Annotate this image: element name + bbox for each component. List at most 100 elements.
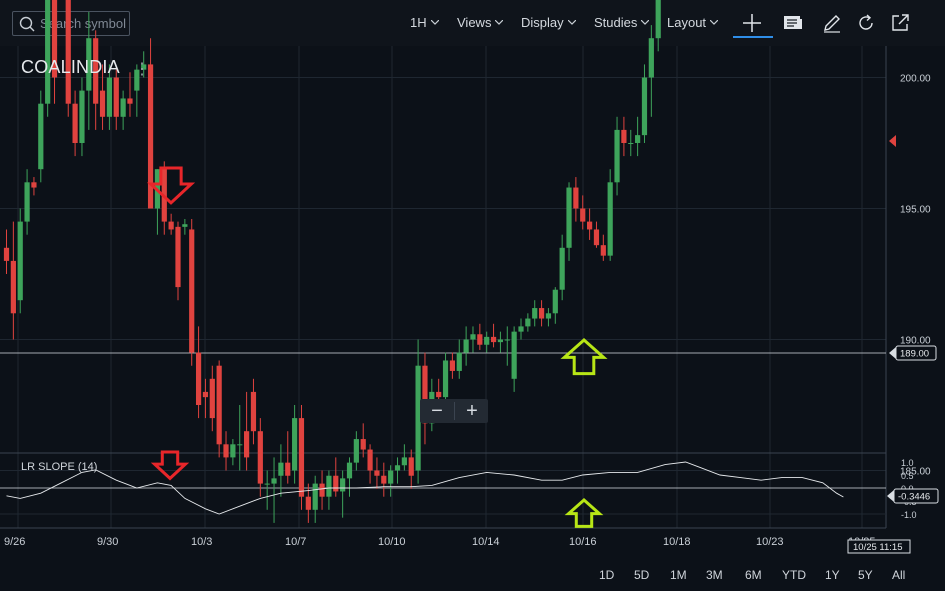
- candle-body: [532, 308, 538, 319]
- candle-body: [346, 462, 353, 479]
- candle-body: [580, 208, 586, 222]
- candle-body: [408, 457, 414, 476]
- time-tick-label: 10/18: [663, 536, 691, 548]
- candle-body: [3, 247, 10, 261]
- candle-body: [72, 103, 78, 143]
- candle-body: [607, 182, 613, 256]
- candle-body: [79, 90, 85, 143]
- candle-body: [655, 0, 661, 39]
- indicator-value-tag: -0.3446: [898, 492, 930, 503]
- candle-body: [285, 462, 291, 476]
- candle-body: [587, 221, 593, 230]
- candle-body: [449, 360, 455, 371]
- range-button-ytd[interactable]: YTD: [782, 568, 806, 582]
- candle-body: [401, 457, 407, 466]
- candle-body: [127, 98, 133, 104]
- time-tick-label: 10/16: [569, 536, 597, 548]
- candle-body: [490, 336, 497, 343]
- range-button-3m[interactable]: 3M: [706, 568, 723, 582]
- candle-body: [257, 431, 263, 484]
- candle-body: [333, 475, 339, 492]
- candle-body: [38, 103, 44, 170]
- zoom-out-button[interactable]: −: [420, 400, 454, 422]
- candle-body: [319, 483, 325, 497]
- time-tick-label: 10/10: [378, 536, 406, 548]
- candle-body: [305, 496, 311, 510]
- candle-body: [463, 339, 469, 353]
- candle-body: [484, 336, 490, 345]
- candle-body: [10, 260, 16, 314]
- candle-body: [442, 360, 449, 398]
- range-button-1d[interactable]: 1D: [599, 568, 614, 582]
- time-tick-label: 10/3: [191, 536, 212, 548]
- candle-body: [381, 475, 387, 484]
- candle-body: [24, 182, 30, 222]
- candle-body: [614, 129, 620, 183]
- candle-body: [182, 224, 188, 227]
- range-button-5y[interactable]: 5Y: [858, 568, 873, 582]
- range-button-6m[interactable]: 6M: [745, 568, 762, 582]
- range-button-all[interactable]: All: [892, 568, 905, 582]
- candle-body: [360, 439, 366, 450]
- candle-body: [511, 331, 517, 379]
- candle-body: [641, 77, 648, 136]
- candle-body: [244, 431, 250, 458]
- candle-body: [209, 378, 215, 419]
- price-tick-label: 200.00: [900, 74, 931, 85]
- candle-body: [45, 0, 51, 104]
- candle-body: [202, 391, 209, 398]
- candle-body: [271, 478, 277, 484]
- indicator-label[interactable]: LR SLOPE (14): [21, 461, 97, 473]
- symbol-options-icon[interactable]: ⋮: [134, 59, 150, 79]
- candle-body: [106, 77, 112, 117]
- candle-body: [189, 229, 195, 353]
- range-button-1y[interactable]: 1Y: [825, 568, 840, 582]
- candle-body: [470, 334, 476, 340]
- candle-body: [497, 339, 504, 343]
- candle-body: [593, 229, 600, 246]
- symbol-label[interactable]: COALINDIA: [21, 57, 120, 78]
- time-tick-label: 10/7: [285, 536, 306, 548]
- candle-body: [525, 318, 531, 327]
- candle-body: [538, 308, 545, 319]
- candle-body: [65, 0, 71, 104]
- time-tick-label: 10/14: [472, 536, 500, 548]
- candle-body: [388, 470, 394, 484]
- candle-body: [518, 326, 524, 332]
- candles: [3, 0, 661, 523]
- zoom-controls: − +: [420, 399, 488, 423]
- candle-body: [216, 365, 222, 445]
- candle-body: [120, 98, 126, 117]
- buy-arrow-indicator-icon: [564, 497, 604, 528]
- candle-body: [312, 483, 318, 510]
- buy-arrow-icon: [560, 337, 608, 376]
- indicator-tick-label: -1.0: [901, 510, 917, 520]
- candle-body: [113, 77, 119, 117]
- candle-body: [566, 187, 572, 248]
- indicator-tag-pointer: [887, 490, 894, 502]
- range-button-5d[interactable]: 5D: [634, 568, 649, 582]
- candle-body: [168, 221, 174, 230]
- candle-body: [559, 247, 565, 290]
- candle-body: [552, 289, 558, 314]
- crosshair-tag-pointer: [889, 347, 896, 359]
- candle-body: [353, 439, 359, 463]
- candle-body: [175, 226, 181, 288]
- candle-body: [31, 182, 37, 188]
- crosshair-time-tag: 10/25 11:15: [853, 542, 902, 553]
- price-chart[interactable]: 210.00205.00200.00195.00190.00185.001.00…: [0, 0, 945, 591]
- candle-body: [230, 444, 236, 458]
- zoom-in-button[interactable]: +: [455, 400, 489, 422]
- range-button-1m[interactable]: 1M: [670, 568, 687, 582]
- candle-body: [99, 90, 106, 117]
- candle-body: [436, 391, 442, 398]
- candle-body: [264, 483, 270, 485]
- price-tick-label: 190.00: [900, 336, 931, 347]
- time-tick-label: 10/23: [756, 536, 784, 548]
- candle-body: [573, 187, 579, 209]
- candle-body: [374, 470, 380, 476]
- candle-body: [250, 391, 257, 432]
- candle-body: [648, 38, 654, 78]
- candle-body: [298, 418, 305, 497]
- sell-arrow-indicator-icon: [150, 450, 190, 481]
